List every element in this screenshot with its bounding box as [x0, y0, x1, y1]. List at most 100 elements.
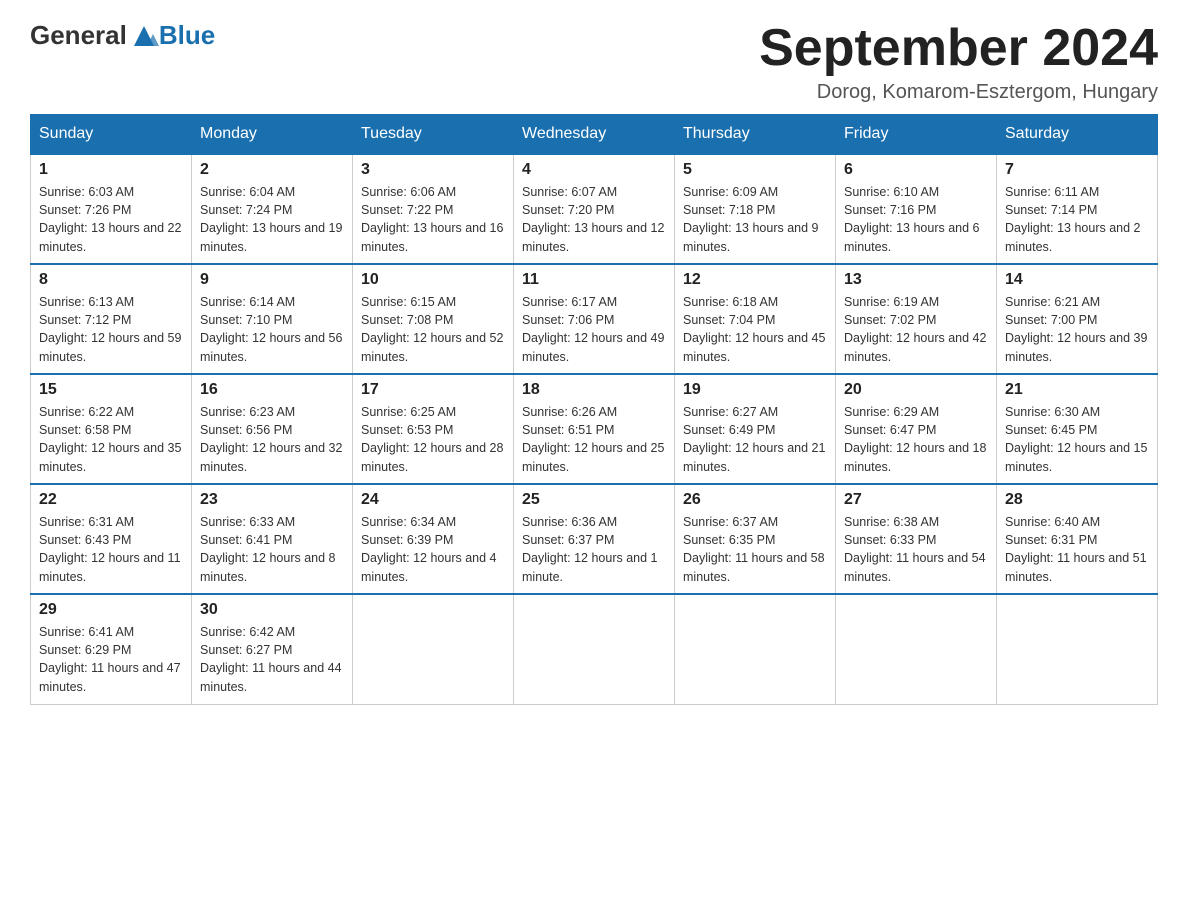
- day-info: Sunrise: 6:36 AMSunset: 6:37 PMDaylight:…: [522, 513, 666, 586]
- day-info: Sunrise: 6:06 AMSunset: 7:22 PMDaylight:…: [361, 183, 505, 256]
- calendar-day-cell: 2 Sunrise: 6:04 AMSunset: 7:24 PMDaylight…: [192, 154, 353, 264]
- day-number: 7: [1005, 161, 1149, 179]
- calendar-day-cell: 20 Sunrise: 6:29 AMSunset: 6:47 PMDayligh…: [836, 374, 997, 484]
- day-number: 6: [844, 161, 988, 179]
- day-number: 27: [844, 491, 988, 509]
- day-number: 15: [39, 381, 183, 399]
- day-info: Sunrise: 6:15 AMSunset: 7:08 PMDaylight:…: [361, 293, 505, 366]
- day-info: Sunrise: 6:18 AMSunset: 7:04 PMDaylight:…: [683, 293, 827, 366]
- title-section: September 2024 Dorog, Komarom-Esztergom,…: [759, 20, 1158, 104]
- day-info: Sunrise: 6:29 AMSunset: 6:47 PMDaylight:…: [844, 403, 988, 476]
- day-info: Sunrise: 6:25 AMSunset: 6:53 PMDaylight:…: [361, 403, 505, 476]
- calendar-week-row: 15Sunrise: 6:22 AMSunset: 6:58 PMDayligh…: [31, 374, 1158, 484]
- calendar-day-cell: 14Sunrise: 6:21 AMSunset: 7:00 PMDayligh…: [997, 264, 1158, 374]
- day-info: Sunrise: 6:07 AMSunset: 7:20 PMDaylight:…: [522, 183, 666, 256]
- day-number: 10: [361, 271, 505, 289]
- calendar-week-row: 29 Sunrise: 6:41 AMSunset: 6:29 PMDayligh…: [31, 594, 1158, 704]
- day-of-week-header: Friday: [836, 115, 997, 155]
- day-number: 16: [200, 381, 344, 399]
- calendar-day-cell: 22 Sunrise: 6:31 AMSunset: 6:43 PMDayligh…: [31, 484, 192, 594]
- day-number: 1: [39, 161, 183, 179]
- day-info: Sunrise: 6:19 AMSunset: 7:02 PMDaylight:…: [844, 293, 988, 366]
- day-number: 8: [39, 271, 183, 289]
- day-info: Sunrise: 6:26 AMSunset: 6:51 PMDaylight:…: [522, 403, 666, 476]
- day-number: 9: [200, 271, 344, 289]
- day-info: Sunrise: 6:37 AMSunset: 6:35 PMDaylight:…: [683, 513, 827, 586]
- day-number: 26: [683, 491, 827, 509]
- day-info: Sunrise: 6:31 AMSunset: 6:43 PMDaylight:…: [39, 513, 183, 586]
- day-number: 23: [200, 491, 344, 509]
- day-info: Sunrise: 6:42 AMSunset: 6:27 PMDaylight:…: [200, 623, 344, 696]
- day-number: 13: [844, 271, 988, 289]
- day-info: Sunrise: 6:40 AMSunset: 6:31 PMDaylight:…: [1005, 513, 1149, 586]
- day-number: 5: [683, 161, 827, 179]
- calendar-day-cell: 12 Sunrise: 6:18 AMSunset: 7:04 PMDayligh…: [675, 264, 836, 374]
- day-number: 3: [361, 161, 505, 179]
- day-number: 21: [1005, 381, 1149, 399]
- day-number: 18: [522, 381, 666, 399]
- calendar-day-cell: 17 Sunrise: 6:25 AMSunset: 6:53 PMDayligh…: [353, 374, 514, 484]
- day-info: Sunrise: 6:14 AMSunset: 7:10 PMDaylight:…: [200, 293, 344, 366]
- calendar-day-cell: 18 Sunrise: 6:26 AMSunset: 6:51 PMDayligh…: [514, 374, 675, 484]
- day-info: Sunrise: 6:13 AMSunset: 7:12 PMDaylight:…: [39, 293, 183, 366]
- logo-general: General: [30, 20, 127, 51]
- day-of-week-header: Thursday: [675, 115, 836, 155]
- day-number: 20: [844, 381, 988, 399]
- day-number: 19: [683, 381, 827, 399]
- calendar-day-cell: 16 Sunrise: 6:23 AMSunset: 6:56 PMDayligh…: [192, 374, 353, 484]
- location: Dorog, Komarom-Esztergom, Hungary: [759, 81, 1158, 104]
- day-info: Sunrise: 6:30 AMSunset: 6:45 PMDaylight:…: [1005, 403, 1149, 476]
- calendar-day-cell: 5 Sunrise: 6:09 AMSunset: 7:18 PMDaylight…: [675, 154, 836, 264]
- calendar-day-cell: 25 Sunrise: 6:36 AMSunset: 6:37 PMDayligh…: [514, 484, 675, 594]
- logo: General Blue: [30, 20, 215, 51]
- calendar-day-cell: 23 Sunrise: 6:33 AMSunset: 6:41 PMDayligh…: [192, 484, 353, 594]
- day-of-week-header: Monday: [192, 115, 353, 155]
- day-number: 11: [522, 271, 666, 289]
- calendar-day-cell: 1 Sunrise: 6:03 AMSunset: 7:26 PMDaylight…: [31, 154, 192, 264]
- calendar-day-cell: 10 Sunrise: 6:15 AMSunset: 7:08 PMDayligh…: [353, 264, 514, 374]
- day-info: Sunrise: 6:09 AMSunset: 7:18 PMDaylight:…: [683, 183, 827, 256]
- day-info: Sunrise: 6:27 AMSunset: 6:49 PMDaylight:…: [683, 403, 827, 476]
- calendar-day-cell: 28 Sunrise: 6:40 AMSunset: 6:31 PMDayligh…: [997, 484, 1158, 594]
- day-info: Sunrise: 6:41 AMSunset: 6:29 PMDaylight:…: [39, 623, 183, 696]
- day-number: 22: [39, 491, 183, 509]
- day-number: 29: [39, 601, 183, 619]
- calendar-week-row: 8 Sunrise: 6:13 AMSunset: 7:12 PMDaylight…: [31, 264, 1158, 374]
- day-number: 28: [1005, 491, 1149, 509]
- calendar-day-cell: 30Sunrise: 6:42 AMSunset: 6:27 PMDayligh…: [192, 594, 353, 704]
- calendar-day-cell: [353, 594, 514, 704]
- calendar-day-cell: 29 Sunrise: 6:41 AMSunset: 6:29 PMDayligh…: [31, 594, 192, 704]
- calendar-day-cell: 11 Sunrise: 6:17 AMSunset: 7:06 PMDayligh…: [514, 264, 675, 374]
- day-info: Sunrise: 6:23 AMSunset: 6:56 PMDaylight:…: [200, 403, 344, 476]
- day-info: Sunrise: 6:10 AMSunset: 7:16 PMDaylight:…: [844, 183, 988, 256]
- day-of-week-header: Saturday: [997, 115, 1158, 155]
- calendar-day-cell: 8 Sunrise: 6:13 AMSunset: 7:12 PMDaylight…: [31, 264, 192, 374]
- day-info: Sunrise: 6:11 AMSunset: 7:14 PMDaylight:…: [1005, 183, 1149, 256]
- logo-blue: Blue: [159, 20, 215, 51]
- day-info: Sunrise: 6:33 AMSunset: 6:41 PMDaylight:…: [200, 513, 344, 586]
- day-info: Sunrise: 6:17 AMSunset: 7:06 PMDaylight:…: [522, 293, 666, 366]
- calendar-day-cell: 21 Sunrise: 6:30 AMSunset: 6:45 PMDayligh…: [997, 374, 1158, 484]
- calendar-day-cell: 19 Sunrise: 6:27 AMSunset: 6:49 PMDayligh…: [675, 374, 836, 484]
- day-of-week-header: Tuesday: [353, 115, 514, 155]
- day-number: 2: [200, 161, 344, 179]
- calendar-day-cell: [514, 594, 675, 704]
- day-number: 4: [522, 161, 666, 179]
- calendar-day-cell: 6 Sunrise: 6:10 AMSunset: 7:16 PMDaylight…: [836, 154, 997, 264]
- day-number: 12: [683, 271, 827, 289]
- calendar-day-cell: 3 Sunrise: 6:06 AMSunset: 7:22 PMDaylight…: [353, 154, 514, 264]
- calendar-week-row: 1 Sunrise: 6:03 AMSunset: 7:26 PMDaylight…: [31, 154, 1158, 264]
- day-info: Sunrise: 6:04 AMSunset: 7:24 PMDaylight:…: [200, 183, 344, 256]
- day-info: Sunrise: 6:34 AMSunset: 6:39 PMDaylight:…: [361, 513, 505, 586]
- day-number: 24: [361, 491, 505, 509]
- day-of-week-header: Sunday: [31, 115, 192, 155]
- day-info: Sunrise: 6:03 AMSunset: 7:26 PMDaylight:…: [39, 183, 183, 256]
- calendar-day-cell: 24 Sunrise: 6:34 AMSunset: 6:39 PMDayligh…: [353, 484, 514, 594]
- calendar-day-cell: [675, 594, 836, 704]
- day-number: 25: [522, 491, 666, 509]
- calendar-header-row: SundayMondayTuesdayWednesdayThursdayFrid…: [31, 115, 1158, 155]
- day-of-week-header: Wednesday: [514, 115, 675, 155]
- day-number: 17: [361, 381, 505, 399]
- calendar-day-cell: [836, 594, 997, 704]
- calendar-week-row: 22 Sunrise: 6:31 AMSunset: 6:43 PMDayligh…: [31, 484, 1158, 594]
